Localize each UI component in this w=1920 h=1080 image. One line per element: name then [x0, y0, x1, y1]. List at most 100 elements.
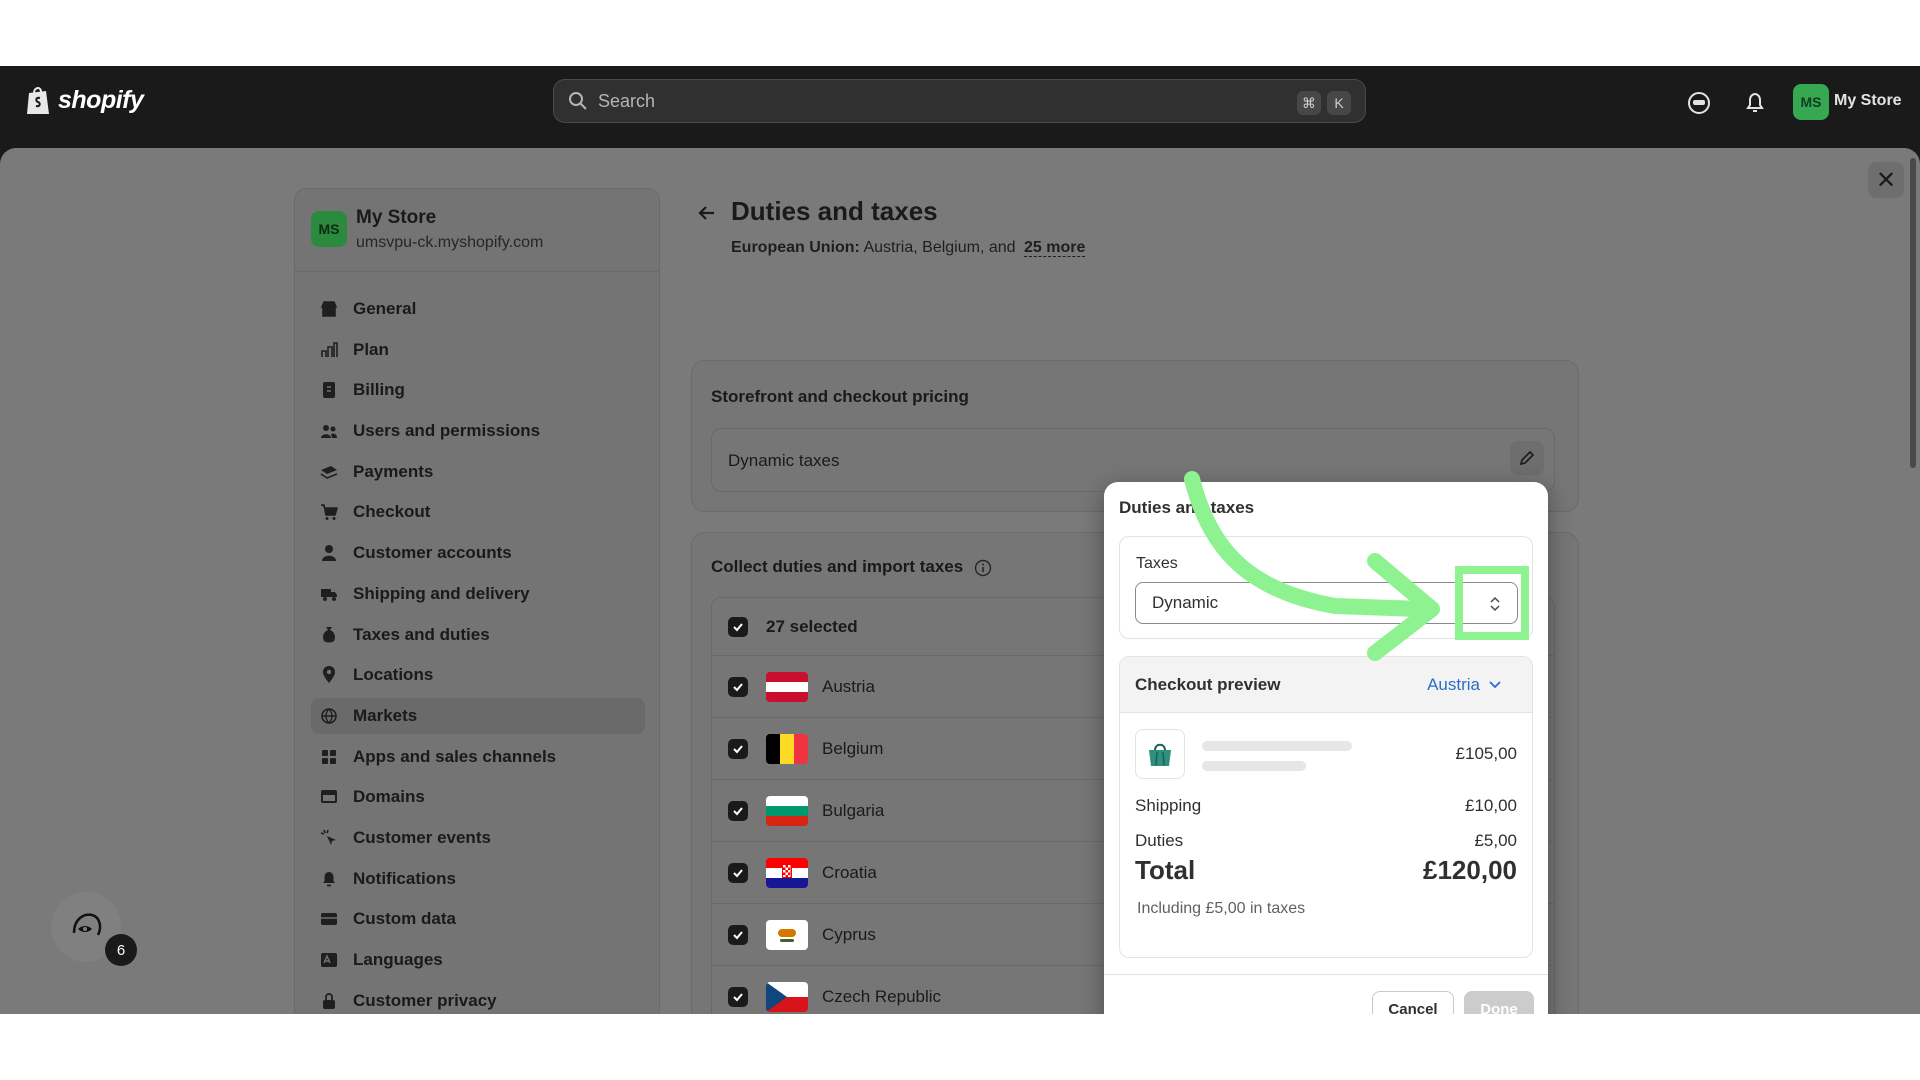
flag-icon — [766, 857, 808, 888]
sidebar-item-domains[interactable]: Domains — [311, 779, 645, 815]
sidebar-item-label: Plan — [353, 339, 389, 359]
edit-button[interactable] — [1510, 441, 1544, 475]
shopify-bag-icon — [27, 87, 49, 114]
select-all-checkbox[interactable] — [728, 616, 748, 637]
sidebar-item-notifications[interactable]: Notifications — [311, 861, 645, 897]
sidebar-item-label: Apps and sales channels — [353, 746, 557, 766]
store-icon — [320, 301, 338, 317]
sidebar-item-users-and-permissions[interactable]: Users and permissions — [311, 413, 645, 449]
popover-title: Duties and taxes — [1119, 498, 1255, 517]
plan-icon — [321, 341, 338, 357]
duties-taxes-popover: Duties and taxes Taxes Dynamic Checkout … — [1104, 482, 1548, 1014]
pricing-value: Dynamic taxes — [728, 451, 840, 470]
product-thumbnail — [1135, 729, 1185, 779]
globe-icon — [321, 708, 337, 724]
country-checkbox[interactable] — [728, 800, 748, 821]
done-button[interactable]: Done — [1464, 991, 1534, 1014]
checkout-preview: Checkout preview Austria £105,00 Shippin… — [1119, 656, 1533, 958]
sidebar-item-label: Locations — [353, 665, 434, 685]
country-name: Czech Republic — [822, 986, 942, 1006]
sidebar-item-custom-data[interactable]: Custom data — [311, 901, 645, 937]
country-checkbox[interactable] — [728, 862, 748, 883]
apps-icon — [322, 749, 336, 764]
country-name: Austria — [822, 676, 875, 696]
bell-icon[interactable] — [1742, 90, 1768, 116]
taxes-label: Taxes — [1136, 555, 1178, 572]
sidebar-item-languages[interactable]: Languages — [311, 942, 645, 978]
sidebar-item-shipping-and-delivery[interactable]: Shipping and delivery — [311, 576, 645, 612]
back-arrow-icon[interactable] — [694, 200, 720, 226]
including-taxes-note: Including £5,00 in taxes — [1137, 900, 1306, 917]
sidebar-item-plan[interactable]: Plan — [311, 332, 645, 368]
sidebar-item-label: Domains — [353, 787, 425, 807]
country-checkbox[interactable] — [728, 986, 748, 1007]
users-icon — [321, 425, 337, 439]
preview-title: Checkout preview — [1135, 675, 1281, 694]
sidebar-item-markets[interactable]: Markets — [311, 697, 645, 734]
sidebar-item-billing[interactable]: Billing — [311, 372, 645, 408]
sidebar-item-label: Markets — [353, 705, 418, 725]
bell-icon — [323, 871, 335, 887]
sidebar-item-general[interactable]: General — [311, 291, 645, 327]
scrollbar[interactable] — [1910, 158, 1916, 468]
product-variant-placeholder — [1202, 761, 1306, 771]
product-name-placeholder — [1202, 741, 1352, 751]
cart-icon — [321, 504, 339, 521]
duties-card-title: Collect duties and import taxes — [711, 557, 992, 577]
country-name: Croatia — [822, 862, 877, 882]
store-avatar: MS — [311, 211, 347, 247]
preview-country: Austria — [1427, 675, 1480, 694]
domains-icon — [321, 790, 337, 804]
sidebar-item-customer-events[interactable]: Customer events — [311, 820, 645, 856]
country-checkbox[interactable] — [728, 738, 748, 759]
shopify-logo[interactable]: shopify — [24, 84, 144, 116]
duties-label: Duties — [1135, 831, 1184, 850]
sidebar-item-apps-and-sales-channels[interactable]: Apps and sales channels — [311, 739, 645, 775]
sidebar-item-label: Custom data — [353, 909, 456, 929]
pencil-icon — [1519, 450, 1535, 466]
location-icon — [323, 666, 335, 684]
sidebar-item-locations[interactable]: Locations — [311, 657, 645, 693]
info-icon[interactable] — [974, 559, 992, 577]
search-icon — [569, 92, 587, 110]
sidebar-item-customer-privacy[interactable]: Customer privacy — [311, 983, 645, 1014]
sidekick-icon[interactable] — [1686, 90, 1712, 116]
search-bar[interactable]: Search ⌘ K — [553, 79, 1366, 123]
search-placeholder: Search — [598, 90, 656, 111]
store-header: MS My Store umsvpu-ck.myshopify.com — [295, 189, 659, 272]
country-checkbox[interactable] — [728, 676, 748, 697]
preview-country-select[interactable]: Austria — [1427, 675, 1502, 695]
cancel-button[interactable]: Cancel — [1372, 991, 1454, 1014]
sidebar-item-label: Customer accounts — [353, 543, 512, 563]
flag-icon — [766, 671, 808, 702]
user-avatar[interactable]: MS — [1793, 84, 1829, 120]
sidebar-item-checkout[interactable]: Checkout — [311, 494, 645, 530]
country-name: Belgium — [822, 738, 884, 758]
top-bar: shopify Search ⌘ K MS My Store — [0, 66, 1920, 138]
command-key: ⌘ — [1297, 91, 1321, 115]
more-countries-link[interactable]: 25 more — [1023, 239, 1086, 257]
sidebar-item-label: Notifications — [353, 868, 456, 888]
sidebar-item-label: Users and permissions — [353, 421, 541, 441]
preview-header: Checkout preview Austria — [1120, 657, 1532, 713]
settings-modal: ✕ MS My Store umsvpu-ck.myshopify.com Ge… — [0, 148, 1920, 1014]
total-value: £120,00 — [1423, 855, 1517, 885]
popover-footer: Cancel Done — [1104, 974, 1548, 1014]
sidebar-item-customer-accounts[interactable]: Customer accounts — [311, 535, 645, 571]
sidebar-item-payments[interactable]: Payments — [311, 454, 645, 490]
shipping-label: Shipping — [1135, 796, 1202, 815]
settings-sidebar: MS My Store umsvpu-ck.myshopify.com Gene… — [294, 188, 660, 1014]
duties-title-text: Collect duties and import taxes — [711, 557, 964, 576]
selected-count: 27 selected — [766, 616, 858, 636]
helper-badge: 6 — [105, 934, 137, 966]
sidebar-item-taxes-and-duties[interactable]: Taxes and duties — [311, 617, 645, 653]
sidebar-item-label: Billing — [353, 380, 405, 400]
sidebar-item-label: General — [353, 299, 417, 318]
close-icon[interactable]: ✕ — [1868, 162, 1904, 198]
flag-icon — [766, 919, 808, 950]
brand-name: shopify — [58, 85, 144, 114]
store-menu[interactable]: My Store — [1834, 92, 1902, 110]
country-checkbox[interactable] — [728, 924, 748, 945]
chevron-down-icon — [1489, 681, 1501, 689]
country-name: Bulgaria — [822, 800, 885, 820]
